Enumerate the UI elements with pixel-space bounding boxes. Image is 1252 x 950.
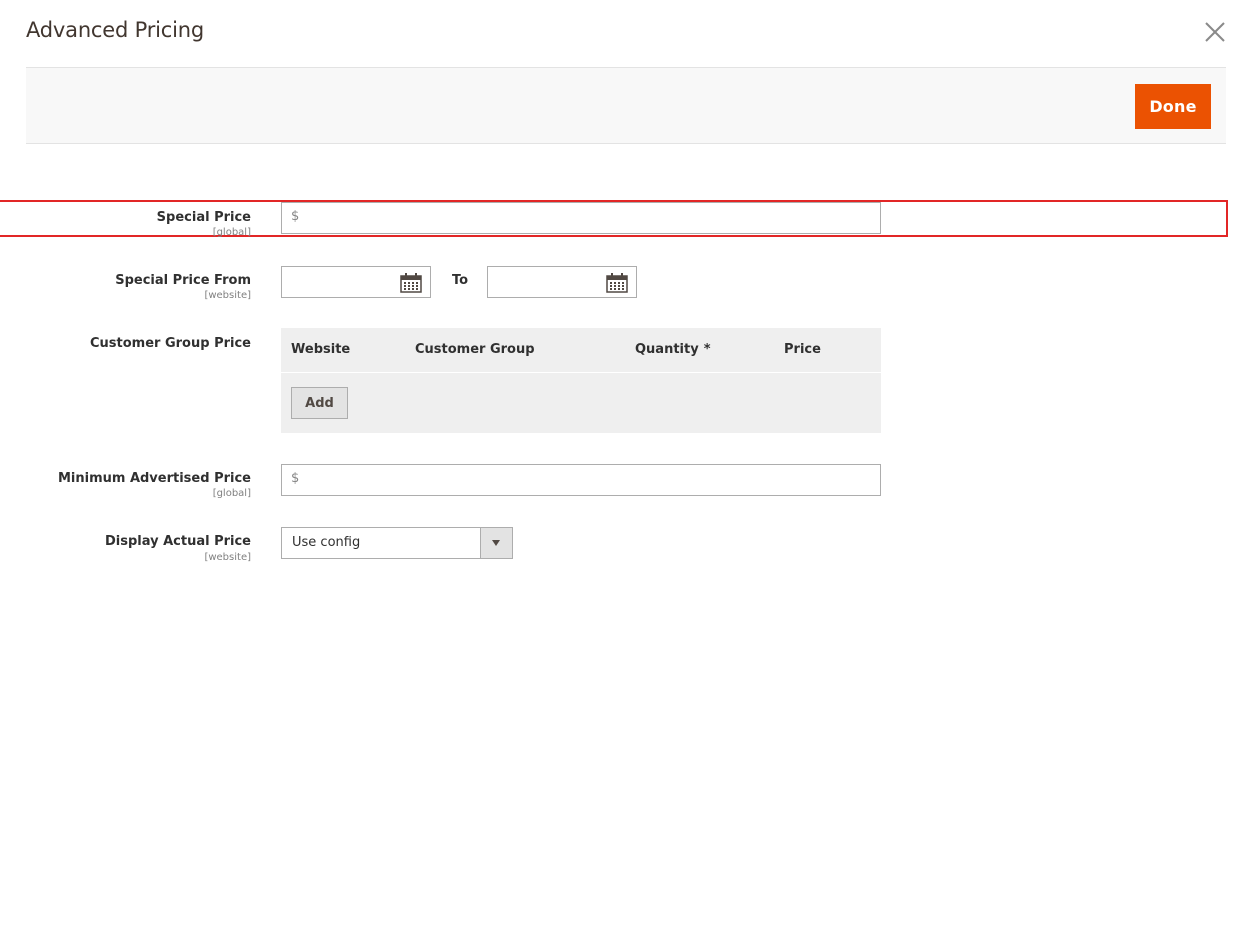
special-price-input[interactable] bbox=[304, 203, 874, 233]
msrp-scope: [global] bbox=[212, 488, 251, 499]
customer-group-price-label: Customer Group Price bbox=[90, 336, 251, 352]
modal-action-bar bbox=[26, 67, 1226, 144]
customer-group-price-grid: Website Customer Group Quantity * Price A… bbox=[281, 328, 881, 433]
calendar-icon[interactable] bbox=[400, 273, 422, 293]
customer-group-price-label-text: Customer Group Price bbox=[90, 336, 251, 351]
display-actual-price-label-text: Display Actual Price bbox=[104, 534, 251, 549]
modal-title: Advanced Pricing bbox=[26, 18, 204, 42]
column-header-website: Website bbox=[291, 342, 351, 357]
special-price-from-label-text: Special Price From bbox=[115, 273, 251, 288]
display-actual-price-scope: [website] bbox=[204, 552, 251, 563]
grid-header: Website Customer Group Quantity * Price bbox=[281, 328, 881, 373]
column-header-price: Price bbox=[784, 342, 821, 357]
special-price-label: Special Price [global] bbox=[157, 210, 251, 239]
msrp-field[interactable]: $ bbox=[281, 464, 881, 496]
special-price-from-label: Special Price From [website] bbox=[115, 273, 251, 302]
msrp-input[interactable] bbox=[304, 465, 874, 495]
special-price-field[interactable]: $ bbox=[281, 202, 881, 234]
special-price-to-input[interactable] bbox=[488, 267, 614, 297]
special-price-from-field[interactable] bbox=[281, 266, 431, 298]
currency-symbol: $ bbox=[291, 209, 300, 224]
msrp-label: Minimum Advertised Price [global] bbox=[58, 471, 251, 500]
special-price-to-field[interactable] bbox=[487, 266, 637, 298]
special-price-label-text: Special Price bbox=[156, 210, 251, 225]
calendar-icon[interactable] bbox=[606, 273, 628, 293]
close-icon bbox=[1205, 22, 1225, 42]
special-price-scope: [global] bbox=[212, 227, 251, 238]
display-actual-price-label: Display Actual Price [website] bbox=[105, 534, 251, 564]
done-button[interactable]: Done bbox=[1135, 84, 1211, 129]
to-label: To bbox=[452, 273, 469, 288]
close-button[interactable] bbox=[1201, 18, 1229, 46]
quantity-header-text: Quantity bbox=[635, 342, 699, 357]
display-actual-price-select[interactable]: Use config bbox=[281, 527, 513, 559]
required-mark: * bbox=[703, 342, 711, 357]
column-header-quantity: Quantity * bbox=[635, 342, 711, 357]
select-value: Use config bbox=[292, 535, 361, 550]
special-price-from-scope: [website] bbox=[204, 290, 251, 301]
column-header-customer-group: Customer Group bbox=[415, 342, 535, 357]
special-price-from-input[interactable] bbox=[282, 267, 408, 297]
currency-symbol: $ bbox=[291, 471, 300, 486]
msrp-label-text: Minimum Advertised Price bbox=[57, 471, 251, 486]
chevron-down-icon[interactable] bbox=[480, 528, 512, 558]
add-button[interactable]: Add bbox=[291, 387, 348, 419]
